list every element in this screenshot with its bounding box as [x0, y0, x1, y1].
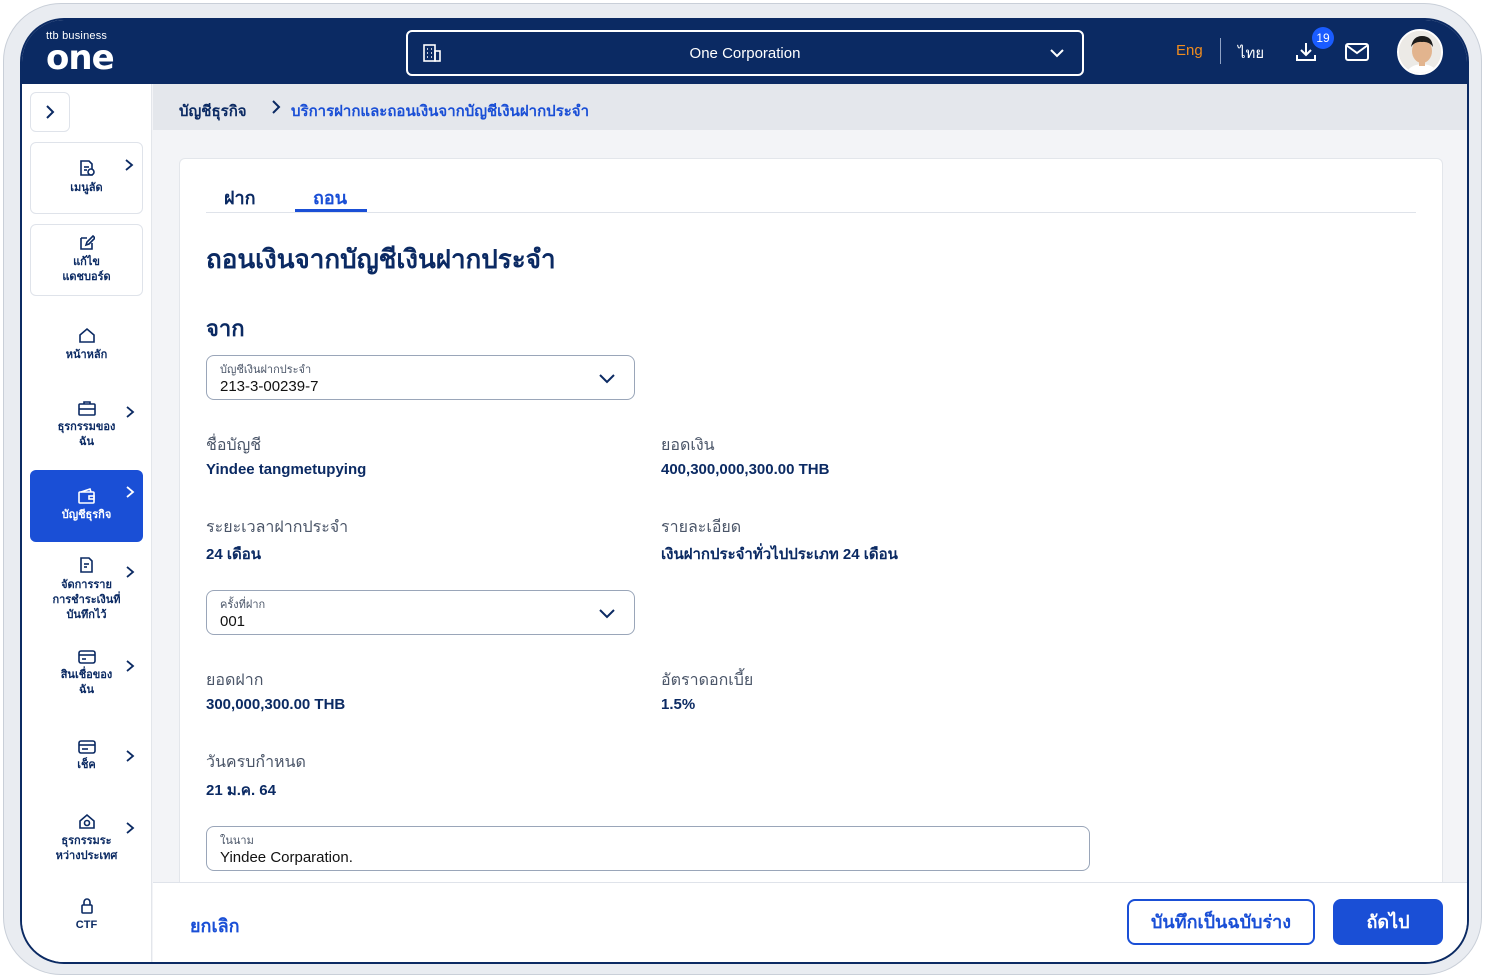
- language-divider: [1220, 38, 1221, 64]
- save-draft-button[interactable]: บันทึกเป็นฉบับร่าง: [1127, 899, 1315, 945]
- sidebar-item-international[interactable]: ธุรกรรมระ หว่างประเทศ: [30, 806, 143, 876]
- term-value: 24 เดือน: [206, 546, 261, 563]
- language-eng[interactable]: Eng: [1176, 42, 1203, 59]
- field-value: 213-3-00239-7: [220, 378, 319, 395]
- field-label: ในนาม: [220, 835, 254, 847]
- sidebar-label: เมนูลัด: [70, 182, 103, 194]
- sidebar-label: บัญชีธุรกิจ: [61, 509, 112, 521]
- account-name-value: Yindee tangmetupying: [206, 461, 367, 478]
- corporation-selector[interactable]: One Corporation: [406, 30, 1084, 76]
- edit-icon: [79, 235, 95, 250]
- sidebar-item-my-loans[interactable]: สินเชื่อของ ฉัน: [30, 644, 143, 714]
- on-behalf-of-field[interactable]: ในนาม Yindee Corparation.: [206, 826, 1090, 871]
- deposit-amount-label: ยอดฝาก: [206, 672, 264, 689]
- wallet-icon: [77, 488, 95, 504]
- chevron-right-icon: [125, 159, 134, 171]
- maturity-date-label: วันครบกำหนด: [206, 754, 306, 771]
- home-icon: [78, 327, 95, 343]
- sidebar-item-home[interactable]: หน้าหลัก: [30, 318, 143, 380]
- sidebar-label: เช็ค: [77, 759, 96, 771]
- tab-withdraw[interactable]: ถอน: [313, 183, 347, 212]
- sidebar-item-edit-dashboard[interactable]: แก้ไข แดชบอร์ด: [30, 224, 143, 296]
- sidebar-label: ธุรกรรมระ: [61, 835, 112, 847]
- chevron-down-icon: [599, 374, 615, 384]
- download-count-badge: 19: [1312, 27, 1334, 49]
- logo-big-text: one: [46, 38, 115, 78]
- field-label: บัญชีเงินฝากประจำ: [220, 364, 312, 376]
- sidebar-label: บันทึกไว้: [66, 609, 107, 621]
- deposit-withdraw-tabs: ฝาก ถอน: [206, 159, 1416, 213]
- account-name-label: ชื่อบัญชี: [206, 437, 262, 454]
- maturity-date-value: 21 ม.ค. 64: [206, 782, 276, 799]
- detail-label: รายละเอียด: [661, 519, 742, 536]
- sidebar-item-business-account[interactable]: บัญชีธุรกิจ: [30, 470, 143, 542]
- detail-value: เงินฝากประจำทั่วไปประเภท 24 เดือน: [661, 546, 898, 563]
- lock-icon: [80, 898, 93, 914]
- breadcrumb: บัญชีธุรกิจ บริการฝากและถอนเงินจากบัญชีเ…: [153, 84, 1467, 130]
- balance-label: ยอดเงิน: [661, 437, 715, 454]
- sidebar-label: หน้าหลัก: [65, 349, 108, 361]
- chevron-right-icon: [126, 822, 135, 834]
- action-footer: ยกเลิก บันทึกเป็นฉบับร่าง ถัดไป: [153, 882, 1467, 962]
- section-heading-from: จาก: [206, 316, 245, 341]
- app-screen: ttb business one One Corporation Eng ไทย…: [22, 20, 1467, 962]
- sidebar-item-cheque[interactable]: เช็ค: [30, 734, 143, 790]
- top-header: ttb business one One Corporation Eng ไทย…: [22, 20, 1467, 84]
- fixed-account-dropdown[interactable]: บัญชีเงินฝากประจำ 213-3-00239-7: [206, 355, 635, 400]
- credit-card-icon: [77, 650, 96, 664]
- sidebar-label: หว่างประเทศ: [55, 850, 118, 862]
- sidebar-item-my-transactions[interactable]: ธุรกรรมของ ฉัน: [30, 390, 143, 462]
- field-label: ครั้งที่ฝาก: [220, 599, 266, 611]
- sidebar-label: ฉัน: [78, 436, 94, 448]
- interest-rate-label: อัตราดอกเบี้ย: [661, 672, 754, 689]
- sidebar: เมนูลัด แก้ไข แดชบอร์ด หน้าหลัก ธุรกรรมข…: [22, 84, 152, 962]
- user-avatar[interactable]: [1397, 29, 1443, 75]
- language-thai[interactable]: ไทย: [1238, 41, 1264, 65]
- chevron-right-icon: [126, 566, 135, 578]
- field-value: 001: [220, 613, 246, 630]
- sidebar-label: แก้ไข: [73, 256, 100, 268]
- chevron-right-icon: [126, 660, 135, 672]
- sidebar-item-shortcut-menu[interactable]: เมนูลัด: [30, 142, 143, 214]
- cancel-button[interactable]: ยกเลิก: [190, 911, 240, 940]
- device-bezel: ttb business one One Corporation Eng ไทย…: [20, 18, 1469, 964]
- chevron-right-icon: [126, 750, 135, 762]
- interest-rate-value: 1.5%: [661, 696, 696, 713]
- breadcrumb-current-page[interactable]: บริการฝากและถอนเงินจากบัญชีเงินฝากประจำ: [291, 99, 589, 123]
- term-label: ระยะเวลาฝากประจำ: [206, 519, 349, 536]
- chevron-down-icon: [1048, 44, 1066, 67]
- sidebar-item-ctf[interactable]: CTF: [30, 894, 143, 944]
- sidebar-label: CTF: [75, 919, 98, 931]
- sidebar-item-saved-payments[interactable]: จัดการราย การชำระเงินที่ บันทึกไว้: [30, 550, 143, 634]
- sidebar-label: ธุรกรรมของ: [57, 421, 116, 433]
- active-tab-indicator: [295, 209, 367, 212]
- sidebar-label: แดชบอร์ด: [62, 271, 111, 283]
- field-value: Yindee Corparation.: [220, 849, 353, 866]
- tab-deposit[interactable]: ฝาก: [224, 183, 256, 212]
- deposit-number-dropdown[interactable]: ครั้งที่ฝาก 001: [206, 590, 635, 635]
- chevron-right-icon: [126, 406, 135, 418]
- chevron-down-icon: [599, 609, 615, 619]
- chevron-right-icon: [126, 486, 135, 498]
- corporation-name: One Corporation: [689, 45, 801, 62]
- sidebar-expand-button[interactable]: [30, 92, 70, 132]
- breadcrumb-business-account[interactable]: บัญชีธุรกิจ: [179, 99, 247, 123]
- device-frame: ttb business one One Corporation Eng ไทย…: [3, 3, 1482, 975]
- shortcut-icon: [79, 160, 95, 176]
- mail-icon[interactable]: [1344, 42, 1370, 67]
- chevron-right-icon: [272, 100, 281, 114]
- next-button[interactable]: ถัดไป: [1333, 899, 1443, 945]
- sidebar-label: ฉัน: [78, 684, 94, 696]
- briefcase-icon: [77, 401, 96, 416]
- balance-value: 400,300,000,300.00 THB: [661, 461, 830, 478]
- deposit-amount-value: 300,000,300.00 THB: [206, 696, 346, 713]
- cheque-icon: [77, 740, 96, 754]
- withdraw-form-card: ฝาก ถอน ถอนเงินจากบัญชีเงินฝากประจำ จาก …: [179, 158, 1443, 918]
- payment-doc-icon: [79, 557, 93, 573]
- sidebar-label: การชำระเงินที่: [52, 594, 121, 606]
- sidebar-label: สินเชื่อของ: [60, 669, 113, 681]
- page-title: ถอนเงินจากบัญชีเงินฝากประจำ: [206, 244, 556, 274]
- international-icon: [78, 813, 95, 829]
- sidebar-label: จัดการราย: [61, 579, 112, 591]
